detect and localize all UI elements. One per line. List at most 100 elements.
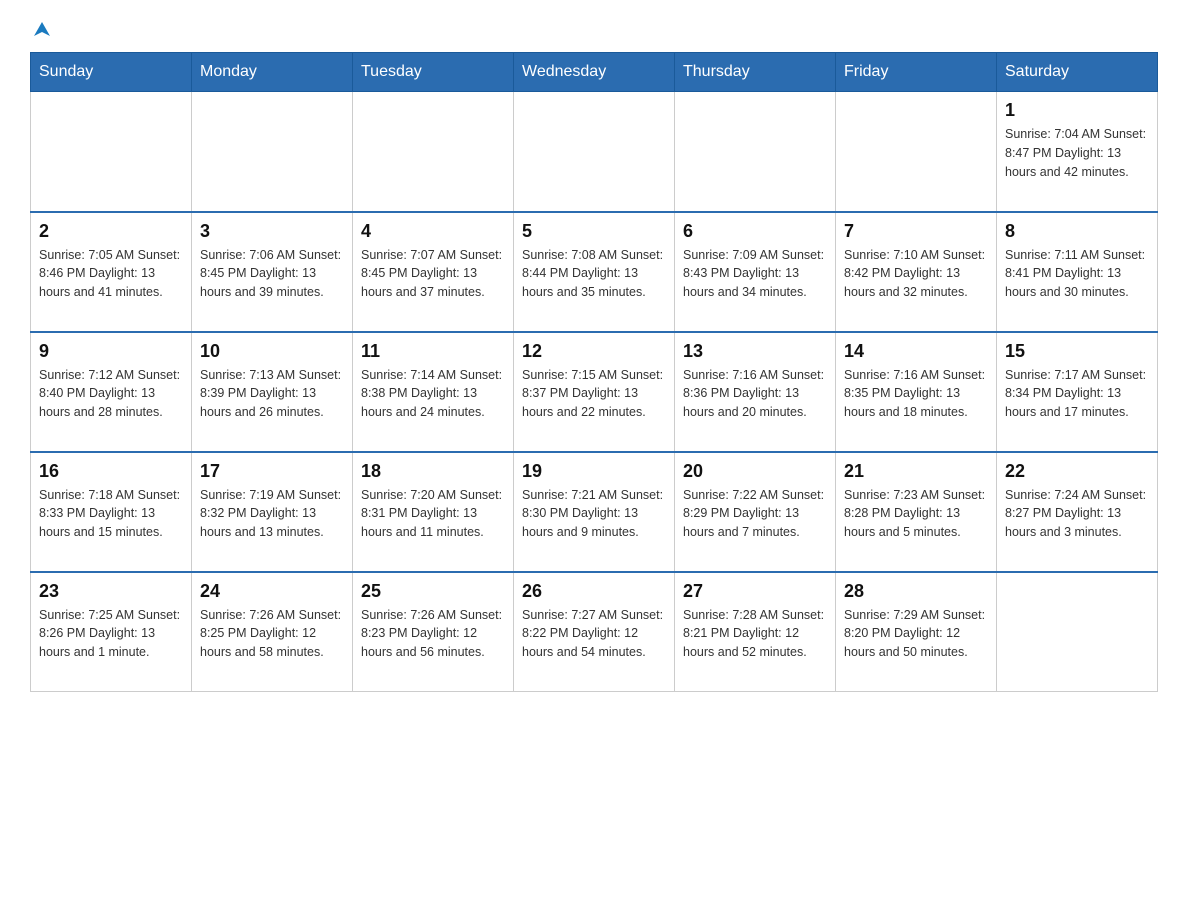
table-row [192, 92, 353, 212]
logo [30, 20, 54, 42]
day-info: Sunrise: 7:21 AM Sunset: 8:30 PM Dayligh… [522, 486, 666, 542]
table-row: 25 Sunrise: 7:26 AM Sunset: 8:23 PM Dayli… [353, 572, 514, 692]
table-row [836, 92, 997, 212]
day-info: Sunrise: 7:16 AM Sunset: 8:36 PM Dayligh… [683, 366, 827, 422]
table-row: 9 Sunrise: 7:12 AM Sunset: 8:40 PM Daylig… [31, 332, 192, 452]
day-number: 23 [39, 581, 183, 602]
col-sunday: Sunday [31, 53, 192, 92]
day-info: Sunrise: 7:25 AM Sunset: 8:26 PM Dayligh… [39, 606, 183, 662]
page-header [30, 20, 1158, 42]
table-row: 5 Sunrise: 7:08 AM Sunset: 8:44 PM Daylig… [514, 212, 675, 332]
day-info: Sunrise: 7:27 AM Sunset: 8:22 PM Dayligh… [522, 606, 666, 662]
day-info: Sunrise: 7:24 AM Sunset: 8:27 PM Dayligh… [1005, 486, 1149, 542]
day-info: Sunrise: 7:11 AM Sunset: 8:41 PM Dayligh… [1005, 246, 1149, 302]
col-friday: Friday [836, 53, 997, 92]
day-number: 3 [200, 221, 344, 242]
table-row [997, 572, 1158, 692]
day-number: 25 [361, 581, 505, 602]
table-row: 13 Sunrise: 7:16 AM Sunset: 8:36 PM Dayli… [675, 332, 836, 452]
col-saturday: Saturday [997, 53, 1158, 92]
calendar-header-row: Sunday Monday Tuesday Wednesday Thursday… [31, 53, 1158, 92]
table-row: 15Sunrise: 7:17 AM Sunset: 8:34 PM Dayli… [997, 332, 1158, 452]
day-number: 1 [1005, 100, 1149, 121]
day-info: Sunrise: 7:06 AM Sunset: 8:45 PM Dayligh… [200, 246, 344, 302]
table-row: 12 Sunrise: 7:15 AM Sunset: 8:37 PM Dayli… [514, 332, 675, 452]
day-number: 5 [522, 221, 666, 242]
table-row: 2Sunrise: 7:05 AM Sunset: 8:46 PM Daylig… [31, 212, 192, 332]
table-row: 17 Sunrise: 7:19 AM Sunset: 8:32 PM Dayli… [192, 452, 353, 572]
day-number: 7 [844, 221, 988, 242]
day-number: 28 [844, 581, 988, 602]
day-number: 12 [522, 341, 666, 362]
day-number: 4 [361, 221, 505, 242]
table-row: 26 Sunrise: 7:27 AM Sunset: 8:22 PM Dayli… [514, 572, 675, 692]
table-row: 10 Sunrise: 7:13 AM Sunset: 8:39 PM Dayli… [192, 332, 353, 452]
table-row: 22 Sunrise: 7:24 AM Sunset: 8:27 PM Dayli… [997, 452, 1158, 572]
table-row [353, 92, 514, 212]
table-row [514, 92, 675, 212]
table-row [31, 92, 192, 212]
table-row: 16 Sunrise: 7:18 AM Sunset: 8:33 PM Dayli… [31, 452, 192, 572]
col-monday: Monday [192, 53, 353, 92]
day-info: Sunrise: 7:19 AM Sunset: 8:32 PM Dayligh… [200, 486, 344, 542]
table-row: 19 Sunrise: 7:21 AM Sunset: 8:30 PM Dayli… [514, 452, 675, 572]
table-row: 27 Sunrise: 7:28 AM Sunset: 8:21 PM Dayli… [675, 572, 836, 692]
day-info: Sunrise: 7:16 AM Sunset: 8:35 PM Dayligh… [844, 366, 988, 422]
day-number: 16 [39, 461, 183, 482]
calendar-week-row: 2Sunrise: 7:05 AM Sunset: 8:46 PM Daylig… [31, 212, 1158, 332]
col-thursday: Thursday [675, 53, 836, 92]
calendar-week-row: 9 Sunrise: 7:12 AM Sunset: 8:40 PM Daylig… [31, 332, 1158, 452]
day-info: Sunrise: 7:15 AM Sunset: 8:37 PM Dayligh… [522, 366, 666, 422]
day-number: 10 [200, 341, 344, 362]
calendar-week-row: 23 Sunrise: 7:25 AM Sunset: 8:26 PM Dayli… [31, 572, 1158, 692]
day-number: 17 [200, 461, 344, 482]
day-number: 6 [683, 221, 827, 242]
day-number: 13 [683, 341, 827, 362]
day-info: Sunrise: 7:12 AM Sunset: 8:40 PM Dayligh… [39, 366, 183, 422]
day-info: Sunrise: 7:26 AM Sunset: 8:23 PM Dayligh… [361, 606, 505, 662]
day-number: 15 [1005, 341, 1149, 362]
table-row: 24 Sunrise: 7:26 AM Sunset: 8:25 PM Dayli… [192, 572, 353, 692]
day-info: Sunrise: 7:13 AM Sunset: 8:39 PM Dayligh… [200, 366, 344, 422]
day-info: Sunrise: 7:09 AM Sunset: 8:43 PM Dayligh… [683, 246, 827, 302]
day-number: 18 [361, 461, 505, 482]
table-row: 18Sunrise: 7:20 AM Sunset: 8:31 PM Dayli… [353, 452, 514, 572]
day-number: 9 [39, 341, 183, 362]
logo-bird-icon [31, 20, 53, 42]
day-number: 20 [683, 461, 827, 482]
table-row: 1 Sunrise: 7:04 AM Sunset: 8:47 PM Daylig… [997, 92, 1158, 212]
day-number: 8 [1005, 221, 1149, 242]
table-row: 4 Sunrise: 7:07 AM Sunset: 8:45 PM Daylig… [353, 212, 514, 332]
day-info: Sunrise: 7:18 AM Sunset: 8:33 PM Dayligh… [39, 486, 183, 542]
day-number: 19 [522, 461, 666, 482]
day-info: Sunrise: 7:07 AM Sunset: 8:45 PM Dayligh… [361, 246, 505, 302]
day-info: Sunrise: 7:28 AM Sunset: 8:21 PM Dayligh… [683, 606, 827, 662]
calendar-week-row: 1 Sunrise: 7:04 AM Sunset: 8:47 PM Daylig… [31, 92, 1158, 212]
day-info: Sunrise: 7:10 AM Sunset: 8:42 PM Dayligh… [844, 246, 988, 302]
table-row: 6 Sunrise: 7:09 AM Sunset: 8:43 PM Daylig… [675, 212, 836, 332]
table-row: 28 Sunrise: 7:29 AM Sunset: 8:20 PM Dayli… [836, 572, 997, 692]
table-row: 3 Sunrise: 7:06 AM Sunset: 8:45 PM Daylig… [192, 212, 353, 332]
day-number: 27 [683, 581, 827, 602]
day-info: Sunrise: 7:26 AM Sunset: 8:25 PM Dayligh… [200, 606, 344, 662]
day-info: Sunrise: 7:22 AM Sunset: 8:29 PM Dayligh… [683, 486, 827, 542]
col-wednesday: Wednesday [514, 53, 675, 92]
day-number: 22 [1005, 461, 1149, 482]
col-tuesday: Tuesday [353, 53, 514, 92]
day-info: Sunrise: 7:08 AM Sunset: 8:44 PM Dayligh… [522, 246, 666, 302]
day-number: 14 [844, 341, 988, 362]
day-number: 26 [522, 581, 666, 602]
day-number: 11 [361, 341, 505, 362]
table-row: 21 Sunrise: 7:23 AM Sunset: 8:28 PM Dayli… [836, 452, 997, 572]
day-number: 2 [39, 221, 183, 242]
day-info: Sunrise: 7:04 AM Sunset: 8:47 PM Dayligh… [1005, 125, 1149, 181]
table-row: 23 Sunrise: 7:25 AM Sunset: 8:26 PM Dayli… [31, 572, 192, 692]
day-info: Sunrise: 7:29 AM Sunset: 8:20 PM Dayligh… [844, 606, 988, 662]
calendar-week-row: 16 Sunrise: 7:18 AM Sunset: 8:33 PM Dayli… [31, 452, 1158, 572]
table-row: 14 Sunrise: 7:16 AM Sunset: 8:35 PM Dayli… [836, 332, 997, 452]
day-number: 21 [844, 461, 988, 482]
table-row: 11 Sunrise: 7:14 AM Sunset: 8:38 PM Dayli… [353, 332, 514, 452]
day-info: Sunrise: 7:14 AM Sunset: 8:38 PM Dayligh… [361, 366, 505, 422]
day-info: Sunrise: 7:23 AM Sunset: 8:28 PM Dayligh… [844, 486, 988, 542]
day-number: 24 [200, 581, 344, 602]
